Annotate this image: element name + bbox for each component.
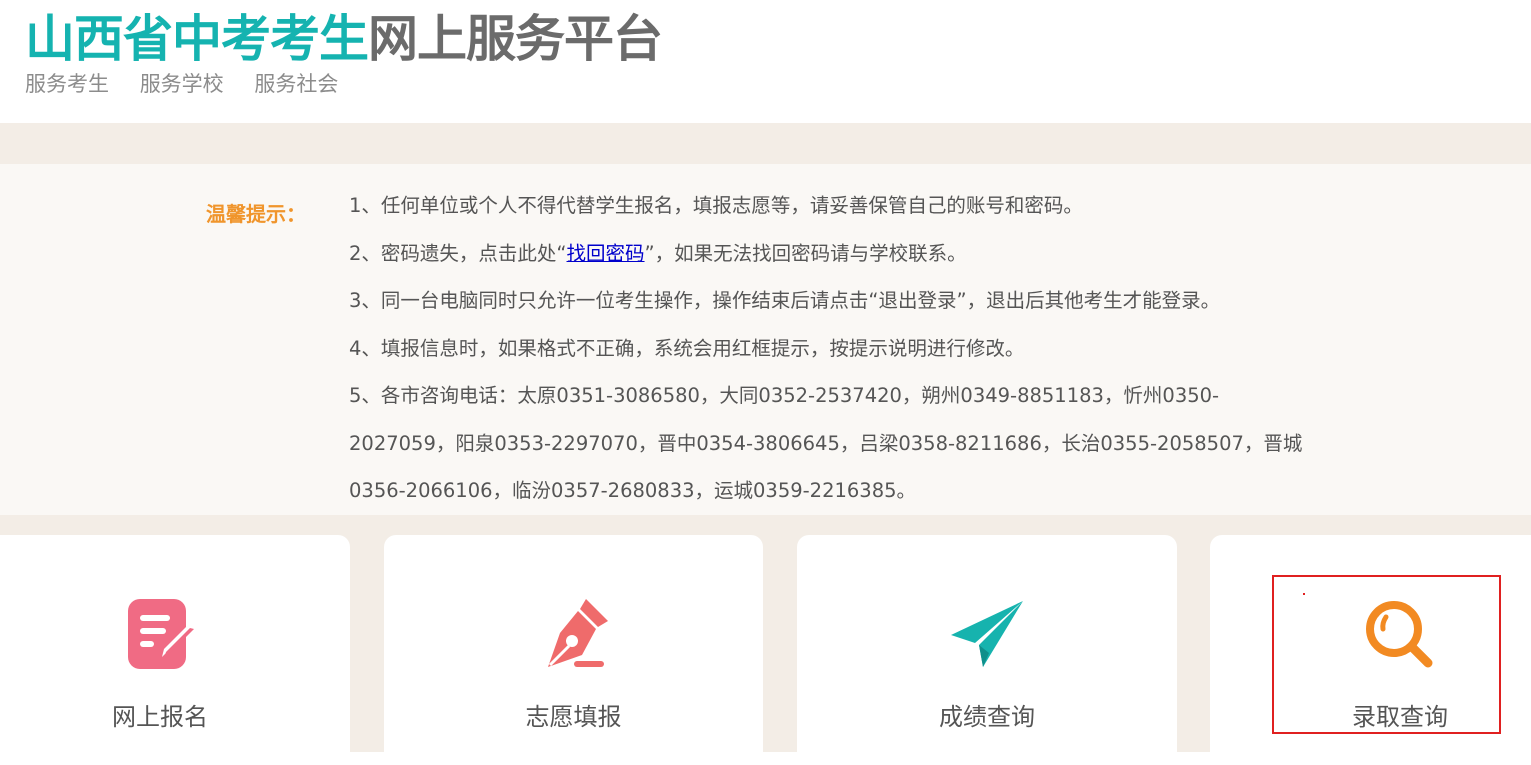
- tagline-item: 服务社会: [254, 72, 339, 96]
- tagline: 服务考生 服务学校 服务社会: [25, 68, 362, 98]
- notice-label: 温馨提示：: [206, 202, 306, 226]
- admission-query-card[interactable]: 录取查询: [1210, 535, 1531, 765]
- notice-line-2: 2、密码遗失，点击此处“找回密码”，如果无法找回密码请与学校联系。: [349, 230, 1309, 278]
- notice-line-5: 5、各市咨询电话：太原0351-3086580，大同0352-2537420，朔…: [349, 384, 1303, 502]
- paper-plane-icon: [951, 601, 1023, 667]
- red-marker: [1303, 593, 1305, 595]
- volunteer-application-card[interactable]: 志愿填报: [384, 535, 763, 765]
- tagline-item: 服务学校: [139, 72, 224, 96]
- notice-line-2-after: ”，如果无法找回密码请与学校联系。: [644, 241, 967, 265]
- tagline-item: 服务考生: [25, 72, 109, 96]
- site-title-part1: 山西省中考考生: [25, 10, 369, 68]
- fountain-pen-icon: [547, 599, 608, 667]
- recover-password-link[interactable]: 找回密码: [567, 242, 645, 265]
- card-label: 志愿填报: [525, 703, 622, 731]
- magnifier-icon: [1366, 601, 1433, 668]
- site-title-part2: 网上服务平台: [368, 10, 663, 68]
- score-query-card[interactable]: 成绩查询: [797, 535, 1177, 765]
- card-label: 网上报名: [112, 703, 208, 731]
- site-header: 山西省中考考生网上服务平台 服务考生 服务学校 服务社会: [0, 0, 1531, 123]
- notice-line-2-before: 2、密码遗失，点击此处“: [349, 241, 567, 265]
- notice-line-3: 3、同一台电脑同时只允许一位考生操作，操作结束后请点击“退出登录”，退出后其他考…: [349, 289, 1221, 312]
- registration-icon: [128, 599, 194, 669]
- site-title: 山西省中考考生网上服务平台: [25, 8, 663, 70]
- notice-line-1: 1、任何单位或个人不得代替学生报名，填报志愿等，请妥善保管自己的账号和密码。: [349, 194, 1083, 217]
- card-label: 成绩查询: [939, 703, 1035, 731]
- notice-line-4: 4、填报信息时，如果格式不正确，系统会用红框提示，按提示说明进行修改。: [349, 336, 1025, 360]
- online-registration-card[interactable]: 网上报名: [0, 535, 350, 765]
- notice-body: 1、任何单位或个人不得代替学生报名，填报志愿等，请妥善保管自己的账号和密码。 2…: [349, 182, 1309, 515]
- card-label: 录取查询: [1352, 703, 1448, 731]
